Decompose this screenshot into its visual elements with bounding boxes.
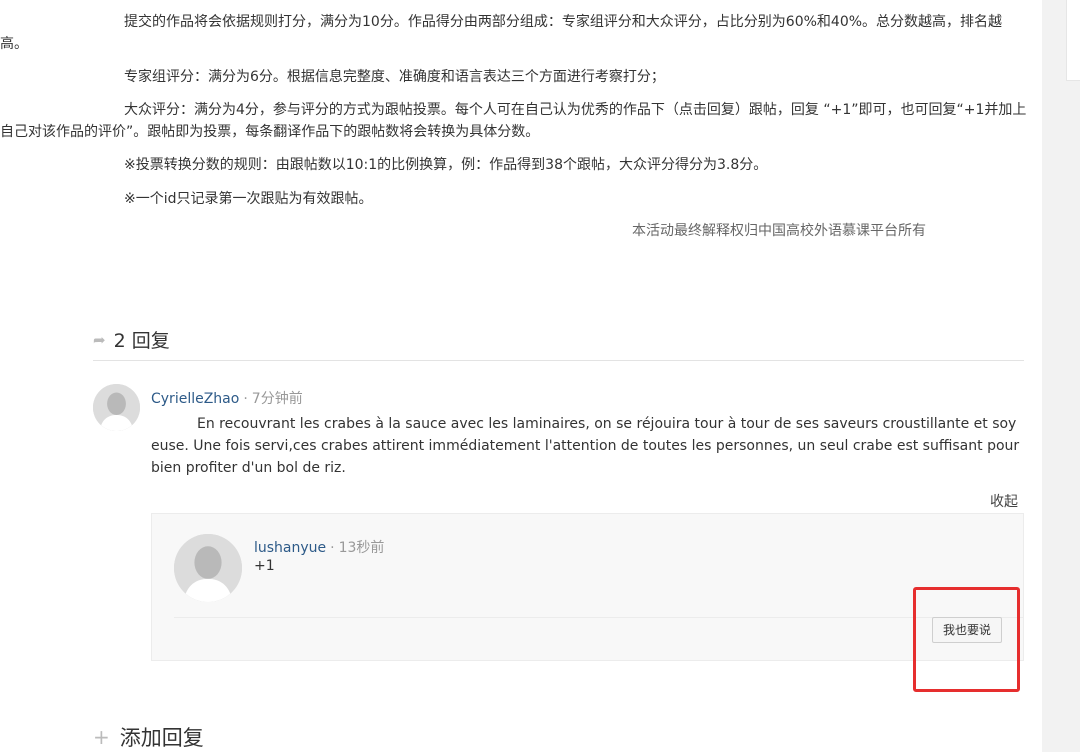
- rule-paragraph-conversion: ※投票转换分数的规则：由跟帖数以10:1的比例换算，例：作品得到38个跟帖，大众…: [124, 157, 768, 173]
- meta-separator: ·: [330, 540, 335, 556]
- sub-reply-box: [151, 513, 1024, 661]
- collapse-link[interactable]: 收起: [990, 491, 1018, 511]
- replies-divider: [93, 360, 1024, 361]
- content-panel: 提交的作品将会依据规则打分，满分为10分。作品得分由两部分组成：专家组评分和大众…: [0, 0, 1042, 752]
- side-card: [1066, 0, 1080, 81]
- comment-username[interactable]: CyrielleZhao: [151, 391, 239, 407]
- user-silhouette-icon: [93, 384, 140, 431]
- rule-paragraph-expert: 专家组评分：满分为6分。根据信息完整度、准确度和语言表达三个方面进行考察打分；: [124, 69, 665, 85]
- add-reply-label: 添加回复: [119, 726, 204, 750]
- reply-count: 2 回复: [113, 330, 170, 352]
- avatar[interactable]: [93, 384, 140, 431]
- sub-reply-text: +1: [254, 558, 275, 574]
- share-arrow-icon: ➦: [93, 330, 106, 349]
- add-reply-header[interactable]: + 添加回复: [93, 722, 204, 752]
- plus-icon: +: [93, 725, 110, 749]
- meta-separator: ·: [243, 391, 248, 407]
- rule-paragraph-public: 大众评分：满分为4分，参与评分的方式为跟帖投票。每个人可在自己认为优秀的作品下（…: [0, 102, 1027, 140]
- rights-statement: 本活动最终解释权归中国高校外语慕课平台所有: [632, 223, 926, 239]
- sub-reply-meta: lushanyue · 13秒前: [254, 537, 384, 557]
- user-silhouette-icon: [174, 534, 242, 602]
- comment-meta: CyrielleZhao · 7分钟前: [151, 388, 303, 408]
- sub-reply-time: 13秒前: [338, 540, 385, 556]
- comment-text: En recouvrant les crabes à la sauce avec…: [151, 416, 1020, 476]
- rule-paragraph-id: ※一个id只记录第一次跟贴为有效跟帖。: [124, 191, 373, 207]
- sub-reply-divider: [174, 617, 1024, 618]
- avatar[interactable]: [174, 534, 242, 602]
- replies-header: ➦ 2 回复: [93, 326, 170, 353]
- sub-reply-username[interactable]: lushanyue: [254, 540, 326, 556]
- comment-time: 7分钟前: [251, 391, 303, 407]
- highlight-box: [913, 587, 1020, 692]
- rule-paragraph-scoring: 提交的作品将会依据规则打分，满分为10分。作品得分由两部分组成：专家组评分和大众…: [0, 14, 1003, 52]
